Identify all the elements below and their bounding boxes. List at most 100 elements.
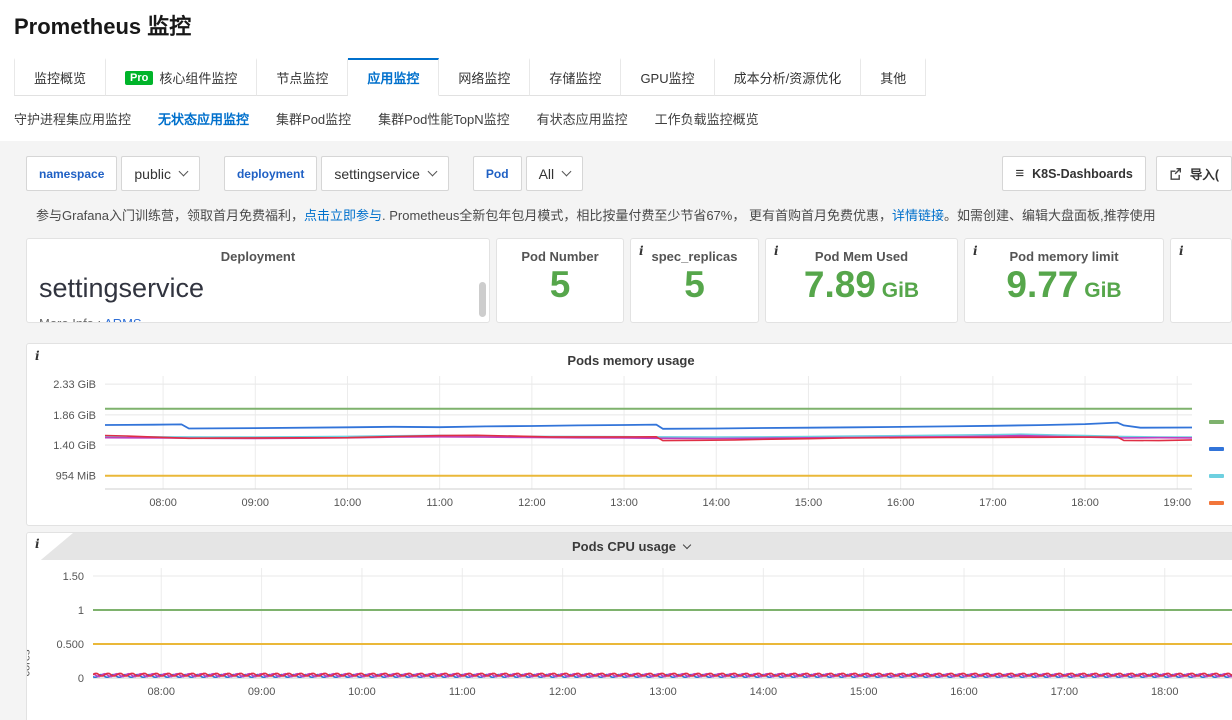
- memory-chart-title[interactable]: Pods memory usage: [27, 353, 1232, 368]
- secondary-tab-1[interactable]: 无状态应用监控: [158, 109, 249, 128]
- svg-text:12:00: 12:00: [518, 497, 546, 509]
- legend-item-0[interactable]: [1209, 420, 1224, 424]
- svg-text:19:00: 19:00: [1163, 497, 1191, 509]
- k8s-dashboards-button[interactable]: ≡ K8S-Dashboards: [1002, 156, 1146, 191]
- cpu-chart[interactable]: cores 08:0009:0010:0011:0012:0013:0014:0…: [27, 564, 1232, 716]
- variable-label-1[interactable]: deployment: [224, 156, 317, 191]
- cpu-chart-title-text: Pods CPU usage: [572, 539, 676, 554]
- more-info: More Info : ARMS: [27, 316, 489, 323]
- deployment-stat-panel: Deployment settingservice More Info : AR…: [26, 238, 490, 323]
- stat-title: Pod Mem Used: [766, 249, 957, 264]
- stat-title: spec_replicas: [631, 249, 758, 264]
- stats-row: Deployment settingservice More Info : AR…: [26, 238, 1232, 323]
- svg-text:18:00: 18:00: [1151, 686, 1179, 698]
- primary-tab-8[interactable]: 其他: [861, 58, 926, 96]
- variable-label-0[interactable]: namespace: [26, 156, 117, 191]
- legend-item-3[interactable]: [1209, 501, 1224, 505]
- primary-tab-4[interactable]: 网络监控: [439, 58, 530, 96]
- k8s-dashboards-label: K8S-Dashboards: [1032, 167, 1133, 181]
- arms-link[interactable]: ARMS: [104, 316, 142, 323]
- stat-title: Pod Number: [497, 249, 623, 264]
- stat-value: 5: [631, 265, 758, 305]
- secondary-tab-0[interactable]: 守护进程集应用监控: [14, 109, 131, 128]
- primary-tabs: 监控概览 Pro 核心组件监控 节点监控应用监控 网络监控 存储监控 GPU监控 成本分析/资…: [14, 58, 926, 96]
- tab-label: 网络监控: [458, 68, 510, 87]
- tab-label: 应用监控: [367, 68, 419, 87]
- svg-text:11:00: 11:00: [449, 686, 476, 698]
- info-icon[interactable]: i: [639, 244, 644, 258]
- notice-text-2: . Prometheus全新包年包月模式，相比按量付费至少节省67%， 更有首购…: [382, 208, 892, 223]
- notice-link-3[interactable]: 详情链接: [892, 208, 944, 223]
- partial-stat-panel: i: [1170, 238, 1232, 323]
- variable-value-2[interactable]: All: [526, 156, 584, 191]
- secondary-tab-2[interactable]: 集群Pod监控: [276, 109, 351, 128]
- svg-text:10:00: 10:00: [334, 497, 362, 509]
- info-icon[interactable]: i: [35, 349, 40, 363]
- filter-row: namespace public deploymentsettingservice P…: [26, 156, 1232, 191]
- primary-tab-6[interactable]: GPU监控: [621, 58, 714, 96]
- svg-text:17:00: 17:00: [1051, 686, 1079, 698]
- svg-text:09:00: 09:00: [248, 686, 276, 698]
- primary-tab-2[interactable]: 节点监控: [257, 58, 348, 96]
- promo-notice: 参与Grafana入门训练营，领取首月免费福利，点击立即参与. Promethe…: [36, 205, 1232, 224]
- pro-badge: Pro: [125, 71, 153, 85]
- tab-label: 核心组件监控: [159, 68, 237, 87]
- svg-text:14:00: 14:00: [702, 497, 730, 509]
- tab-label: 其他: [880, 68, 906, 87]
- svg-text:16:00: 16:00: [887, 497, 915, 509]
- svg-text:0: 0: [78, 673, 84, 685]
- variable-value-text: public: [134, 166, 171, 182]
- legend-item-2[interactable]: [1209, 474, 1224, 478]
- svg-text:13:00: 13:00: [610, 497, 638, 509]
- notice-text-4: 。如需创建、编辑大盘面板,推荐使用: [944, 208, 1156, 223]
- tab-label: GPU监控: [640, 68, 694, 87]
- secondary-tab-5[interactable]: 工作负载监控概览: [655, 109, 759, 128]
- svg-text:954 MiB: 954 MiB: [56, 471, 96, 483]
- stat-value: 9.77 GiB: [965, 265, 1163, 311]
- memory-chart-legend: [1209, 420, 1224, 505]
- info-icon[interactable]: i: [973, 244, 978, 258]
- variable-value-0[interactable]: public: [121, 156, 200, 191]
- external-link-icon: [1169, 167, 1182, 180]
- secondary-tab-3[interactable]: 集群Pod性能TopN监控: [378, 109, 509, 128]
- svg-text:15:00: 15:00: [850, 686, 878, 698]
- stat-value: 5: [497, 265, 623, 305]
- memory-chart[interactable]: 08:0009:0010:0011:0012:0013:0014:0015:00…: [27, 372, 1232, 512]
- stat-panel-1: ispec_replicas5: [630, 238, 759, 323]
- svg-text:11:00: 11:00: [426, 497, 453, 509]
- tab-label: 监控概览: [34, 68, 86, 87]
- svg-text:09:00: 09:00: [242, 497, 270, 509]
- chevron-down-icon: [562, 167, 572, 177]
- primary-tab-5[interactable]: 存储监控: [530, 58, 621, 96]
- info-icon[interactable]: i: [1179, 244, 1184, 258]
- stat-panel-0: Pod Number5: [496, 238, 624, 323]
- primary-tab-7[interactable]: 成本分析/资源优化: [715, 58, 862, 96]
- notice-link-1[interactable]: 点击立即参与: [304, 208, 382, 223]
- stat-panel-3: iPod memory limit9.77 GiB: [964, 238, 1164, 323]
- svg-text:10:00: 10:00: [348, 686, 376, 698]
- svg-text:15:00: 15:00: [795, 497, 823, 509]
- panel-scrollbar[interactable]: [479, 282, 486, 317]
- cpu-panel-header: i Pods CPU usage: [27, 533, 1232, 560]
- secondary-tab-4[interactable]: 有状态应用监控: [537, 109, 628, 128]
- variable-value-1[interactable]: settingservice: [321, 156, 449, 191]
- primary-tab-3[interactable]: 应用监控: [348, 58, 439, 96]
- chevron-down-icon: [179, 167, 189, 177]
- stat-unit: GiB: [876, 279, 919, 302]
- info-icon[interactable]: i: [774, 244, 779, 258]
- cpu-chart-title[interactable]: Pods CPU usage: [572, 539, 690, 554]
- import-button[interactable]: 导入(: [1156, 156, 1232, 191]
- legend-item-1[interactable]: [1209, 447, 1224, 451]
- tab-label: 存储监控: [549, 68, 601, 87]
- primary-tab-1[interactable]: Pro 核心组件监控: [106, 58, 257, 96]
- variable-filters: namespace public deploymentsettingservice P…: [26, 156, 607, 191]
- cpu-chart-panel: i Pods CPU usage cores 08:0009:0010:0011…: [26, 532, 1232, 720]
- variable-label-2[interactable]: Pod: [473, 156, 522, 191]
- primary-tab-0[interactable]: 监控概览: [14, 58, 106, 96]
- menu-icon: ≡: [1015, 165, 1024, 182]
- svg-text:2.33 GiB: 2.33 GiB: [53, 379, 96, 391]
- svg-text:14:00: 14:00: [750, 686, 778, 698]
- chevron-down-icon: [683, 541, 691, 549]
- info-icon[interactable]: i: [35, 537, 40, 551]
- variable-group-0: namespace public: [26, 156, 200, 191]
